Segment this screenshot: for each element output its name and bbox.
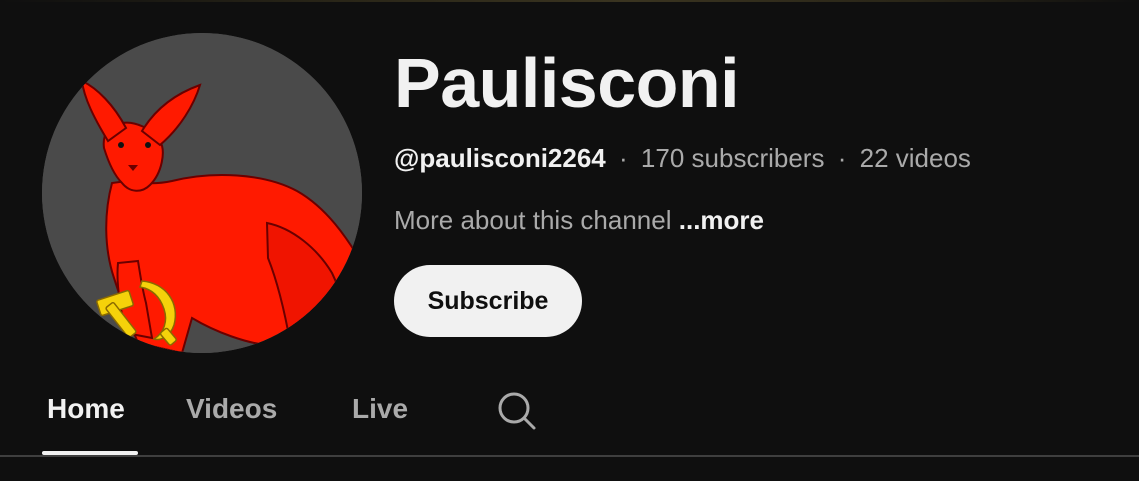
tab-live[interactable]: Live bbox=[352, 392, 408, 426]
channel-tabs: Home Videos Live bbox=[0, 372, 1139, 456]
tab-videos[interactable]: Videos bbox=[186, 392, 277, 426]
channel-meta: @paulisconi2264 · 170 subscribers · 22 v… bbox=[394, 142, 971, 174]
meta-separator: · bbox=[619, 143, 628, 173]
channel-avatar[interactable] bbox=[42, 33, 362, 353]
meta-separator: · bbox=[837, 143, 847, 173]
channel-handle: @paulisconi2264 bbox=[394, 143, 606, 173]
tab-home[interactable]: Home bbox=[47, 392, 125, 426]
channel-page: Paulisconi @paulisconi2264 · 170 subscri… bbox=[0, 0, 1139, 481]
tabs-divider bbox=[0, 455, 1139, 457]
channel-info: Paulisconi @paulisconi2264 · 170 subscri… bbox=[394, 40, 971, 337]
subscriber-count: 170 subscribers bbox=[640, 143, 825, 173]
video-count: 22 videos bbox=[859, 143, 971, 173]
search-icon[interactable] bbox=[496, 390, 538, 432]
channel-about[interactable]: More about this channel ...more bbox=[394, 204, 971, 236]
about-text[interactable]: More about this channel bbox=[394, 205, 672, 235]
more-link[interactable]: ...more bbox=[679, 205, 764, 235]
subscribe-button[interactable]: Subscribe bbox=[394, 265, 582, 337]
top-strip bbox=[0, 0, 1139, 2]
red-fennec-avatar-icon bbox=[42, 33, 362, 353]
channel-name: Paulisconi bbox=[394, 44, 740, 122]
